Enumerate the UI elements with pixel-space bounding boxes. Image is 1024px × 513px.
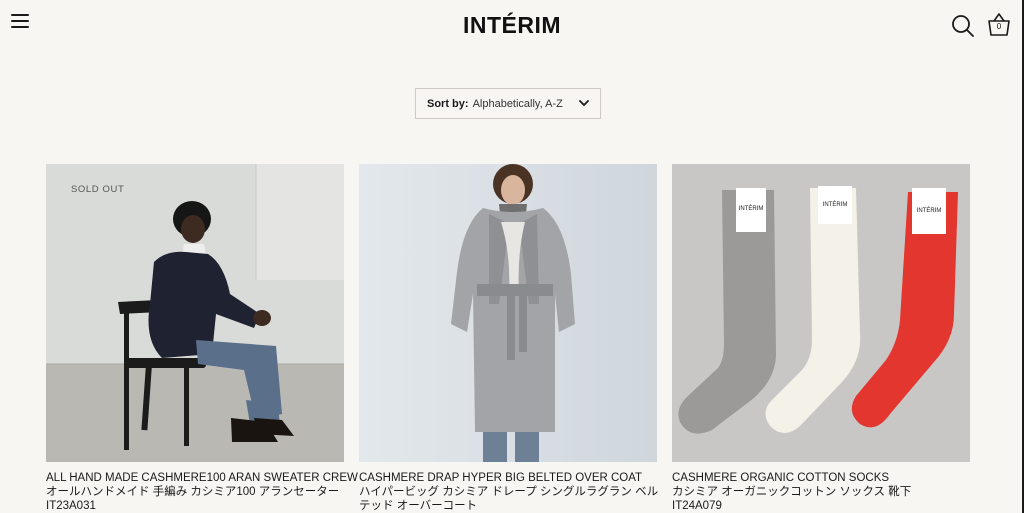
product-title-jp: オールハンドメイド 手編み カシミア100 アランセーター (46, 486, 340, 498)
product-title[interactable]: CASHMERE ORGANIC COTTON SOCKS カシミア オーガニッ… (672, 471, 970, 513)
product-title-en: ALL HAND MADE CASHMERE100 ARAN SWEATER C… (46, 472, 358, 484)
sock-tag-label: INTÉRIM (917, 207, 942, 214)
sock-tag-label: INTÉRIM (823, 201, 848, 208)
sort-value: Alphabetically, A-Z (472, 97, 563, 110)
search-icon[interactable] (951, 14, 974, 37)
product-card[interactable]: SOLD OUT ALL HAND MADE CASHMERE100 ARAN … (46, 164, 358, 513)
product-code: IT24A079 (672, 500, 722, 512)
product-image[interactable] (359, 164, 657, 462)
product-image[interactable]: INTÉRIM INTÉRIM INTÉRIM (672, 164, 970, 462)
sock-tag-label: INTÉRIM (739, 205, 764, 212)
product-title-en: CASHMERE DRAP HYPER BIG BELTED OVER COAT (359, 472, 643, 484)
product-code: IT23A031 (46, 500, 96, 512)
cart-button[interactable]: 0 (986, 12, 1012, 38)
product-image[interactable]: SOLD OUT (46, 164, 344, 462)
site-logo[interactable]: INTÉRIM (0, 12, 1024, 39)
cart-count: 0 (996, 22, 1002, 31)
product-card[interactable]: CASHMERE DRAP HYPER BIG BELTED OVER COAT… (359, 164, 659, 513)
product-title-jp-2: テッド オーバーコート (359, 500, 478, 512)
product-card[interactable]: INTÉRIM INTÉRIM INTÉRIM CASHMERE ORGANIC… (672, 164, 970, 513)
sold-out-badge: SOLD OUT (71, 184, 125, 195)
chevron-down-icon (579, 100, 589, 106)
product-title-en: CASHMERE ORGANIC COTTON SOCKS (672, 472, 890, 484)
product-title[interactable]: CASHMERE DRAP HYPER BIG BELTED OVER COAT… (359, 471, 659, 513)
product-title-jp: ハイパービッグ カシミア ドレープ シングルラグラン ベル (359, 486, 659, 498)
product-title-jp: カシミア オーガニックコットン ソックス 靴下 (672, 486, 912, 498)
page: INTÉRIM 0 Sort by: Alphabetically, A-Z S… (0, 0, 1024, 513)
product-title[interactable]: ALL HAND MADE CASHMERE100 ARAN SWEATER C… (46, 471, 358, 513)
sort-dropdown[interactable]: Sort by: Alphabetically, A-Z (415, 88, 601, 119)
sort-label: Sort by: (427, 97, 469, 110)
